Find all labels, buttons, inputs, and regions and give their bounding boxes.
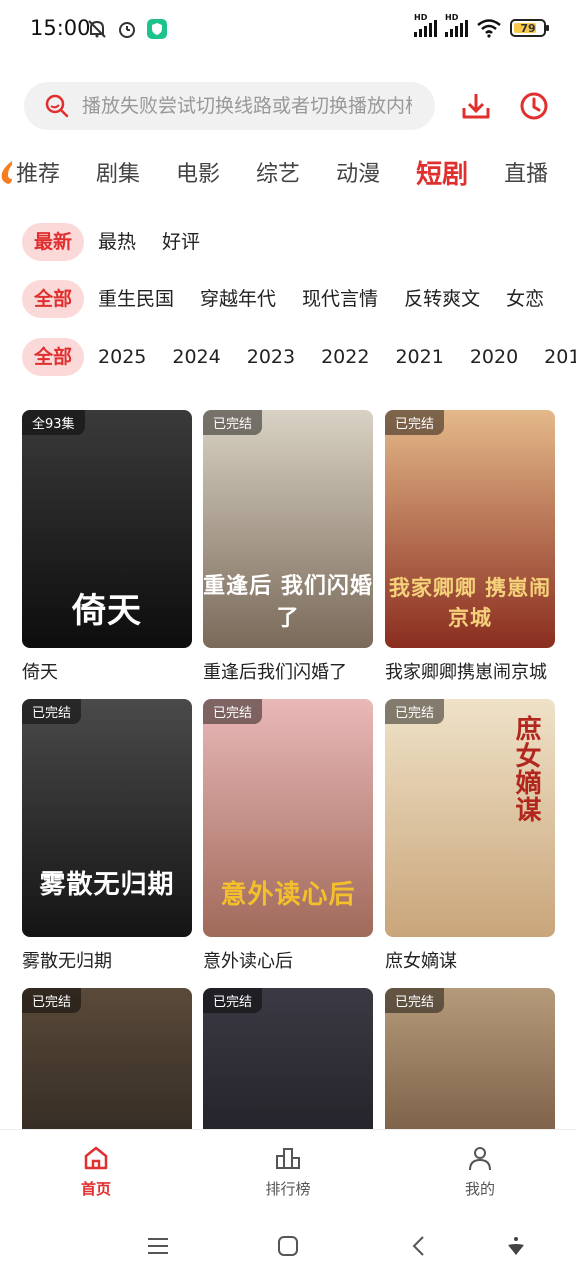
shield-app-icon	[147, 19, 167, 39]
bell-muted-icon	[88, 20, 106, 38]
status-badge: 已完结	[385, 988, 445, 1013]
download-button[interactable]	[458, 88, 494, 124]
tab-recommend[interactable]: 推荐	[16, 156, 60, 188]
status-time: 15:00	[30, 16, 91, 40]
tab-anime[interactable]: 动漫	[336, 156, 380, 188]
back-arrow-icon	[412, 1236, 424, 1256]
signal-1-icon: HD	[414, 13, 437, 37]
tab-movie[interactable]: 电影	[176, 156, 220, 188]
drama-card[interactable]: 已完结 我家卿卿 携崽闹京城 我家卿卿携崽闹京城	[385, 410, 555, 684]
poster-title-art: 意外读心后	[220, 880, 356, 910]
year-item[interactable]: 2025	[86, 338, 158, 376]
drama-card[interactable]: 全93集 倚天 倚天	[22, 410, 192, 684]
drama-card[interactable]: 已完结 庶女嫡谋 庶女嫡谋	[385, 699, 555, 973]
card-title: 雾散无归期	[22, 951, 112, 972]
poster-title-art: 重逢后 我们闪婚了	[203, 573, 373, 631]
poster-title-art: 雾散无归期	[39, 870, 175, 900]
card-title: 倚天	[22, 662, 58, 683]
back-button[interactable]	[403, 1231, 433, 1261]
year-item[interactable]: 2024	[160, 338, 232, 376]
status-badge: 已完结	[385, 699, 445, 724]
sort-latest[interactable]: 最新	[22, 223, 85, 261]
drama-card[interactable]: 已完结 意外读心后 意外读心后	[203, 699, 373, 973]
episode-badge: 全93集	[22, 410, 85, 435]
card-title: 重逢后我们闪婚了	[203, 662, 347, 683]
wifi-icon	[477, 19, 501, 38]
battery-icon: 79	[510, 19, 549, 37]
poster-image: 已完结 意外读心后	[203, 699, 373, 937]
poster-title-art: 庶女嫡谋	[511, 715, 541, 823]
sort-filter-row: 最新 最热 好评	[22, 222, 576, 262]
status-bar: 15:00 HD HD 79	[0, 0, 576, 62]
sort-hot[interactable]: 最热	[86, 223, 148, 261]
status-badge: 已完结	[203, 988, 263, 1013]
status-badge: 已完结	[22, 699, 82, 724]
genre-item[interactable]: 穿越年代	[188, 280, 288, 318]
genre-item[interactable]: 重生民国	[86, 280, 186, 318]
poster-image: 已完结 庶女嫡谋	[385, 699, 555, 937]
status-badge: 已完结	[203, 410, 263, 435]
fire-icon	[1, 161, 12, 184]
year-item[interactable]: 2021	[383, 338, 455, 376]
nav-profile[interactable]: 我的	[384, 1130, 576, 1211]
poster-title-art: 倚天	[72, 591, 142, 631]
search-bar[interactable]	[24, 82, 435, 130]
card-title: 我家卿卿携崽闹京城	[385, 662, 547, 683]
poster-image: 已完结 重逢后 我们闪婚了	[203, 410, 373, 648]
poster-image: 全93集 倚天	[22, 410, 192, 648]
system-nav-bar	[0, 1211, 576, 1280]
card-title: 庶女嫡谋	[385, 951, 457, 972]
alarm-icon	[119, 22, 135, 38]
profile-icon	[469, 1147, 491, 1171]
nav-home-label: 首页	[80, 1180, 111, 1198]
genre-item[interactable]: 现代言情	[290, 280, 390, 318]
square-home-icon	[278, 1236, 298, 1256]
category-tabs: 推荐 剧集 电影 综艺 动漫 短剧 直播	[0, 150, 576, 194]
clock-icon	[520, 92, 548, 120]
genre-item[interactable]: 女恋	[494, 280, 556, 318]
card-title: 意外读心后	[203, 951, 293, 972]
sort-rating[interactable]: 好评	[150, 223, 212, 261]
drama-card[interactable]: 已完结 重逢后 我们闪婚了 重逢后我们闪婚了	[203, 410, 373, 684]
year-all[interactable]: 全部	[22, 338, 85, 376]
tab-live[interactable]: 直播	[504, 156, 548, 188]
home-system-button[interactable]	[273, 1231, 303, 1261]
genre-filter-row: 全部 重生民国 穿越年代 现代言情 反转爽文 女恋	[22, 279, 576, 319]
year-item[interactable]: 2020	[458, 338, 530, 376]
genre-all[interactable]: 全部	[22, 280, 85, 318]
tab-short-drama[interactable]: 短剧	[416, 154, 468, 191]
home-icon	[84, 1146, 108, 1170]
status-badge: 已完结	[385, 410, 445, 435]
poster-image: 已完结 我家卿卿 携崽闹京城	[385, 410, 555, 648]
ranking-icon	[276, 1148, 300, 1169]
poster-image: 已完结 雾散无归期	[22, 699, 192, 937]
year-filter-row: 全部 2025 2024 2023 2022 2021 2020 201	[22, 337, 576, 377]
year-item[interactable]: 2022	[309, 338, 381, 376]
history-button[interactable]	[516, 88, 552, 124]
tab-series[interactable]: 剧集	[96, 156, 140, 188]
assistant-icon	[508, 1237, 524, 1255]
year-item[interactable]: 201	[532, 338, 576, 376]
nav-ranking[interactable]: 排行榜	[192, 1130, 384, 1211]
status-right: HD HD 79	[414, 13, 549, 38]
search-icon	[45, 94, 69, 118]
nav-profile-label: 我的	[464, 1180, 495, 1198]
assistant-button[interactable]	[501, 1231, 531, 1261]
nav-home[interactable]: 首页	[0, 1130, 192, 1211]
tab-variety[interactable]: 综艺	[256, 156, 300, 188]
poster-title-art: 我家卿卿 携崽闹京城	[388, 575, 552, 630]
bottom-nav: 首页 排行榜 我的	[0, 1129, 576, 1211]
year-item[interactable]: 2023	[235, 338, 307, 376]
status-badge: 已完结	[22, 988, 82, 1013]
menu-button[interactable]	[143, 1231, 173, 1261]
genre-item[interactable]: 反转爽文	[392, 280, 492, 318]
drama-card[interactable]: 已完结 雾散无归期 雾散无归期	[22, 699, 192, 973]
nav-ranking-label: 排行榜	[265, 1180, 311, 1198]
status-badge: 已完结	[203, 699, 263, 724]
status-icons-left	[86, 18, 168, 40]
download-icon	[462, 94, 490, 119]
menu-icon	[148, 1238, 168, 1254]
signal-2-icon: HD	[445, 13, 468, 37]
search-input[interactable]	[82, 95, 412, 117]
